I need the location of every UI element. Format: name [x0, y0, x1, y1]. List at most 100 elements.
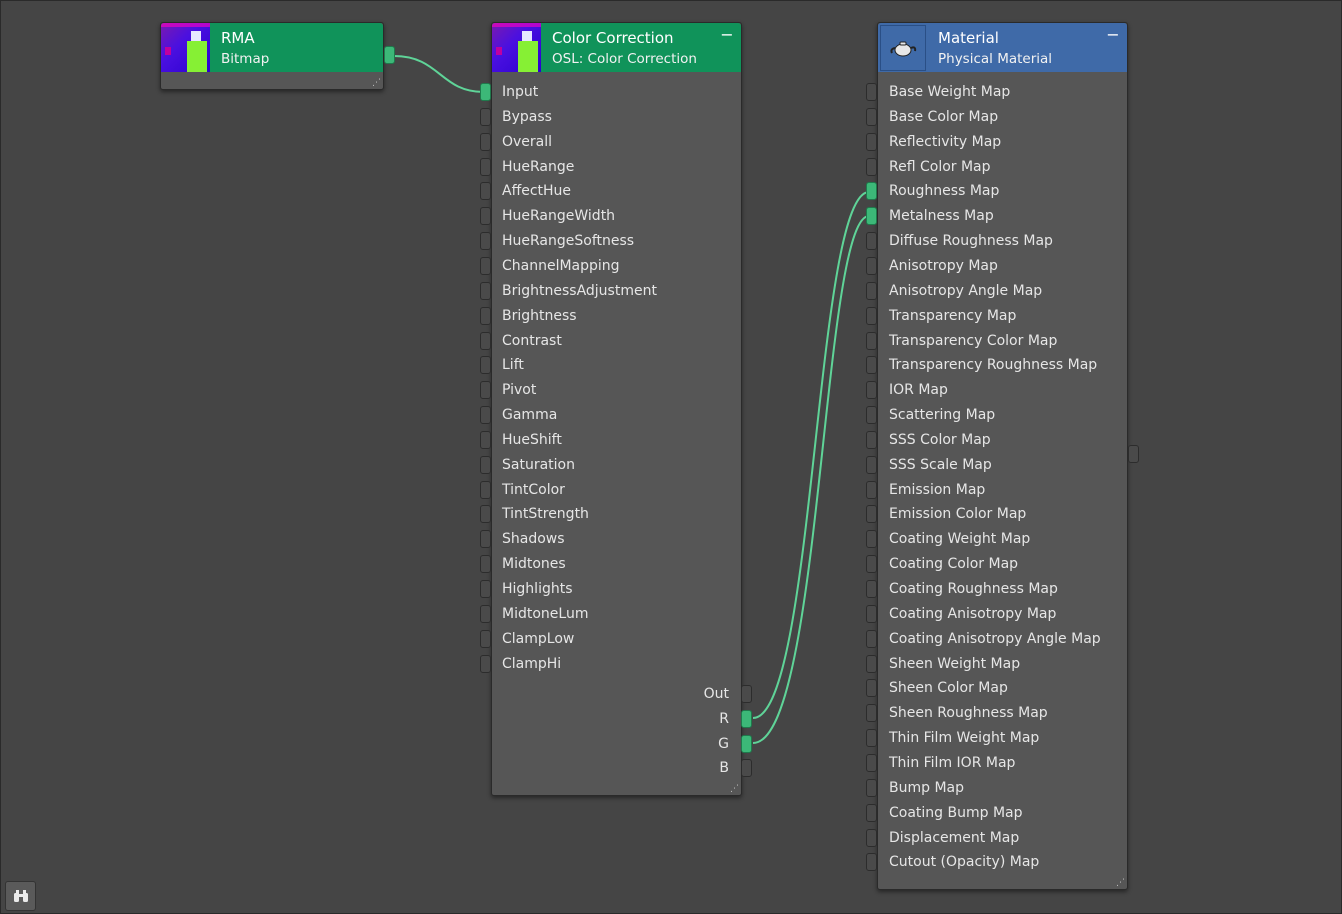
input-label-clamphi: ClampHi: [502, 655, 562, 672]
input-label-transparency-color-map: Transparency Color Map: [889, 332, 1058, 349]
material-header[interactable]: Material Physical Material −: [878, 23, 1127, 72]
input-socket-sss-color-map[interactable]: [866, 430, 877, 449]
input-label-bump-map: Bump Map: [889, 779, 964, 796]
input-label-shadows: Shadows: [502, 531, 565, 548]
output-socket-b[interactable]: [741, 759, 752, 778]
input-label-anisotropy-map: Anisotropy Map: [889, 257, 998, 274]
input-label-sheen-color-map: Sheen Color Map: [889, 680, 1008, 697]
input-socket-channelmapping[interactable]: [480, 256, 491, 275]
material-node[interactable]: Material Physical Material − Base Weight…: [866, 22, 1139, 890]
output-socket-g[interactable]: [741, 734, 752, 753]
input-socket-emission-color-map[interactable]: [866, 505, 877, 524]
input-socket-sheen-roughness-map[interactable]: [866, 704, 877, 723]
input-socket-base-weight-map[interactable]: [866, 83, 877, 101]
input-socket-saturation[interactable]: [480, 455, 491, 474]
input-socket-thin-film-weight-map[interactable]: [866, 729, 877, 748]
rma-subtitle: Bitmap: [221, 51, 270, 67]
input-socket-transparency-roughness-map[interactable]: [866, 356, 877, 375]
input-socket-huerange[interactable]: [480, 157, 491, 176]
input-socket-bump-map[interactable]: [866, 778, 877, 797]
input-label-coating-roughness-map: Coating Roughness Map: [889, 581, 1058, 597]
input-socket-affecthue[interactable]: [480, 182, 491, 201]
input-label-refl-color-map: Refl Color Map: [889, 158, 991, 175]
color-correction-node[interactable]: Color Correction OSL: Color Correction −…: [480, 22, 752, 796]
color-correction-header[interactable]: Color Correction OSL: Color Correction −: [492, 23, 741, 72]
material-output-socket[interactable]: [1128, 445, 1139, 463]
color-correction-title: Color Correction: [552, 29, 674, 47]
input-socket-tintcolor[interactable]: [480, 480, 491, 499]
input-socket-diffuse-roughness-map[interactable]: [866, 232, 877, 251]
input-label-saturation: Saturation: [502, 456, 575, 473]
input-label-brightnessadjustment: BrightnessAdjustment: [502, 282, 657, 299]
resize-grip-icon[interactable]: ⋰: [730, 785, 739, 794]
color-correction-thumbnail: [492, 23, 541, 72]
input-label-sheen-weight-map: Sheen Weight Map: [889, 655, 1021, 672]
input-label-sheen-roughness-map: Sheen Roughness Map: [889, 705, 1048, 722]
input-socket-highlights[interactable]: [480, 580, 491, 598]
input-socket-pivot[interactable]: [480, 381, 491, 400]
input-socket-midtones[interactable]: [480, 555, 491, 574]
input-socket-cutout-opacity-map[interactable]: [866, 853, 877, 872]
minimize-button[interactable]: −: [719, 27, 735, 43]
input-label-highlights: Highlights: [502, 581, 573, 597]
input-socket-metalness-map[interactable]: [866, 207, 877, 226]
input-socket-tintstrength[interactable]: [480, 505, 491, 524]
input-socket-transparency-color-map[interactable]: [866, 331, 877, 350]
input-label-base-weight-map: Base Weight Map: [889, 84, 1011, 100]
input-label-coating-anisotropy-map: Coating Anisotropy Map: [889, 605, 1057, 622]
input-socket-ior-map[interactable]: [866, 381, 877, 400]
input-socket-bypass[interactable]: [480, 107, 491, 126]
minimize-button[interactable]: −: [1105, 27, 1121, 43]
input-socket-thin-film-ior-map[interactable]: [866, 753, 877, 772]
input-label-ior-map: IOR Map: [889, 382, 948, 399]
input-socket-scattering-map[interactable]: [866, 406, 877, 425]
rma-header[interactable]: RMA Bitmap: [161, 23, 383, 72]
input-socket-sss-scale-map[interactable]: [866, 455, 877, 474]
input-label-coating-weight-map: Coating Weight Map: [889, 531, 1031, 548]
color-correction-subtitle: OSL: Color Correction: [552, 51, 697, 67]
input-label-scattering-map: Scattering Map: [889, 407, 996, 424]
input-socket-brightness[interactable]: [480, 306, 491, 325]
output-label-out: Out: [703, 686, 729, 702]
input-label-cutout-opacity-map: Cutout (Opacity) Map: [889, 854, 1040, 871]
input-socket-anisotropy-angle-map[interactable]: [866, 281, 877, 300]
input-socket-coating-bump-map[interactable]: [866, 803, 877, 822]
input-socket-contrast[interactable]: [480, 331, 491, 350]
input-socket-anisotropy-map[interactable]: [866, 256, 877, 275]
input-socket-hueshift[interactable]: [480, 430, 491, 449]
output-socket-r[interactable]: [741, 709, 752, 728]
input-socket-shadows[interactable]: [480, 530, 491, 549]
input-socket-midtonelum[interactable]: [480, 604, 491, 623]
input-socket-coating-roughness-map[interactable]: [866, 580, 877, 598]
input-socket-emission-map[interactable]: [866, 480, 877, 499]
input-socket-huerangewidth[interactable]: [480, 207, 491, 226]
input-socket-coating-color-map[interactable]: [866, 555, 877, 574]
input-label-transparency-map: Transparency Map: [889, 307, 1017, 324]
input-socket-coating-anisotropy-angle-map[interactable]: [866, 629, 877, 648]
input-socket-input[interactable]: [480, 83, 491, 101]
binoculars-button[interactable]: [5, 881, 36, 911]
input-socket-brightnessadjustment[interactable]: [480, 281, 491, 300]
input-socket-lift[interactable]: [480, 356, 491, 375]
input-socket-gamma[interactable]: [480, 406, 491, 425]
input-socket-transparency-map[interactable]: [866, 306, 877, 325]
input-socket-reflectivity-map[interactable]: [866, 132, 877, 151]
input-socket-huerangesoftness[interactable]: [480, 232, 491, 251]
input-socket-sheen-color-map[interactable]: [866, 679, 877, 698]
input-socket-displacement-map[interactable]: [866, 828, 877, 847]
input-socket-clamphi[interactable]: [480, 654, 491, 673]
input-socket-clamplow[interactable]: [480, 629, 491, 648]
resize-grip-icon[interactable]: ⋰: [372, 79, 381, 88]
input-socket-coating-weight-map[interactable]: [866, 530, 877, 549]
resize-grip-icon[interactable]: ⋰: [1116, 879, 1125, 888]
output-socket-out[interactable]: [741, 685, 752, 703]
input-socket-roughness-map[interactable]: [866, 182, 877, 201]
input-socket-overall[interactable]: [480, 132, 491, 151]
rma-output-socket[interactable]: [384, 46, 395, 64]
input-socket-sheen-weight-map[interactable]: [866, 654, 877, 673]
rma-node[interactable]: RMA Bitmap ⋰: [160, 22, 395, 90]
input-socket-refl-color-map[interactable]: [866, 157, 877, 176]
input-socket-coating-anisotropy-map[interactable]: [866, 604, 877, 623]
input-socket-base-color-map[interactable]: [866, 107, 877, 126]
material-subtitle: Physical Material: [938, 51, 1053, 67]
